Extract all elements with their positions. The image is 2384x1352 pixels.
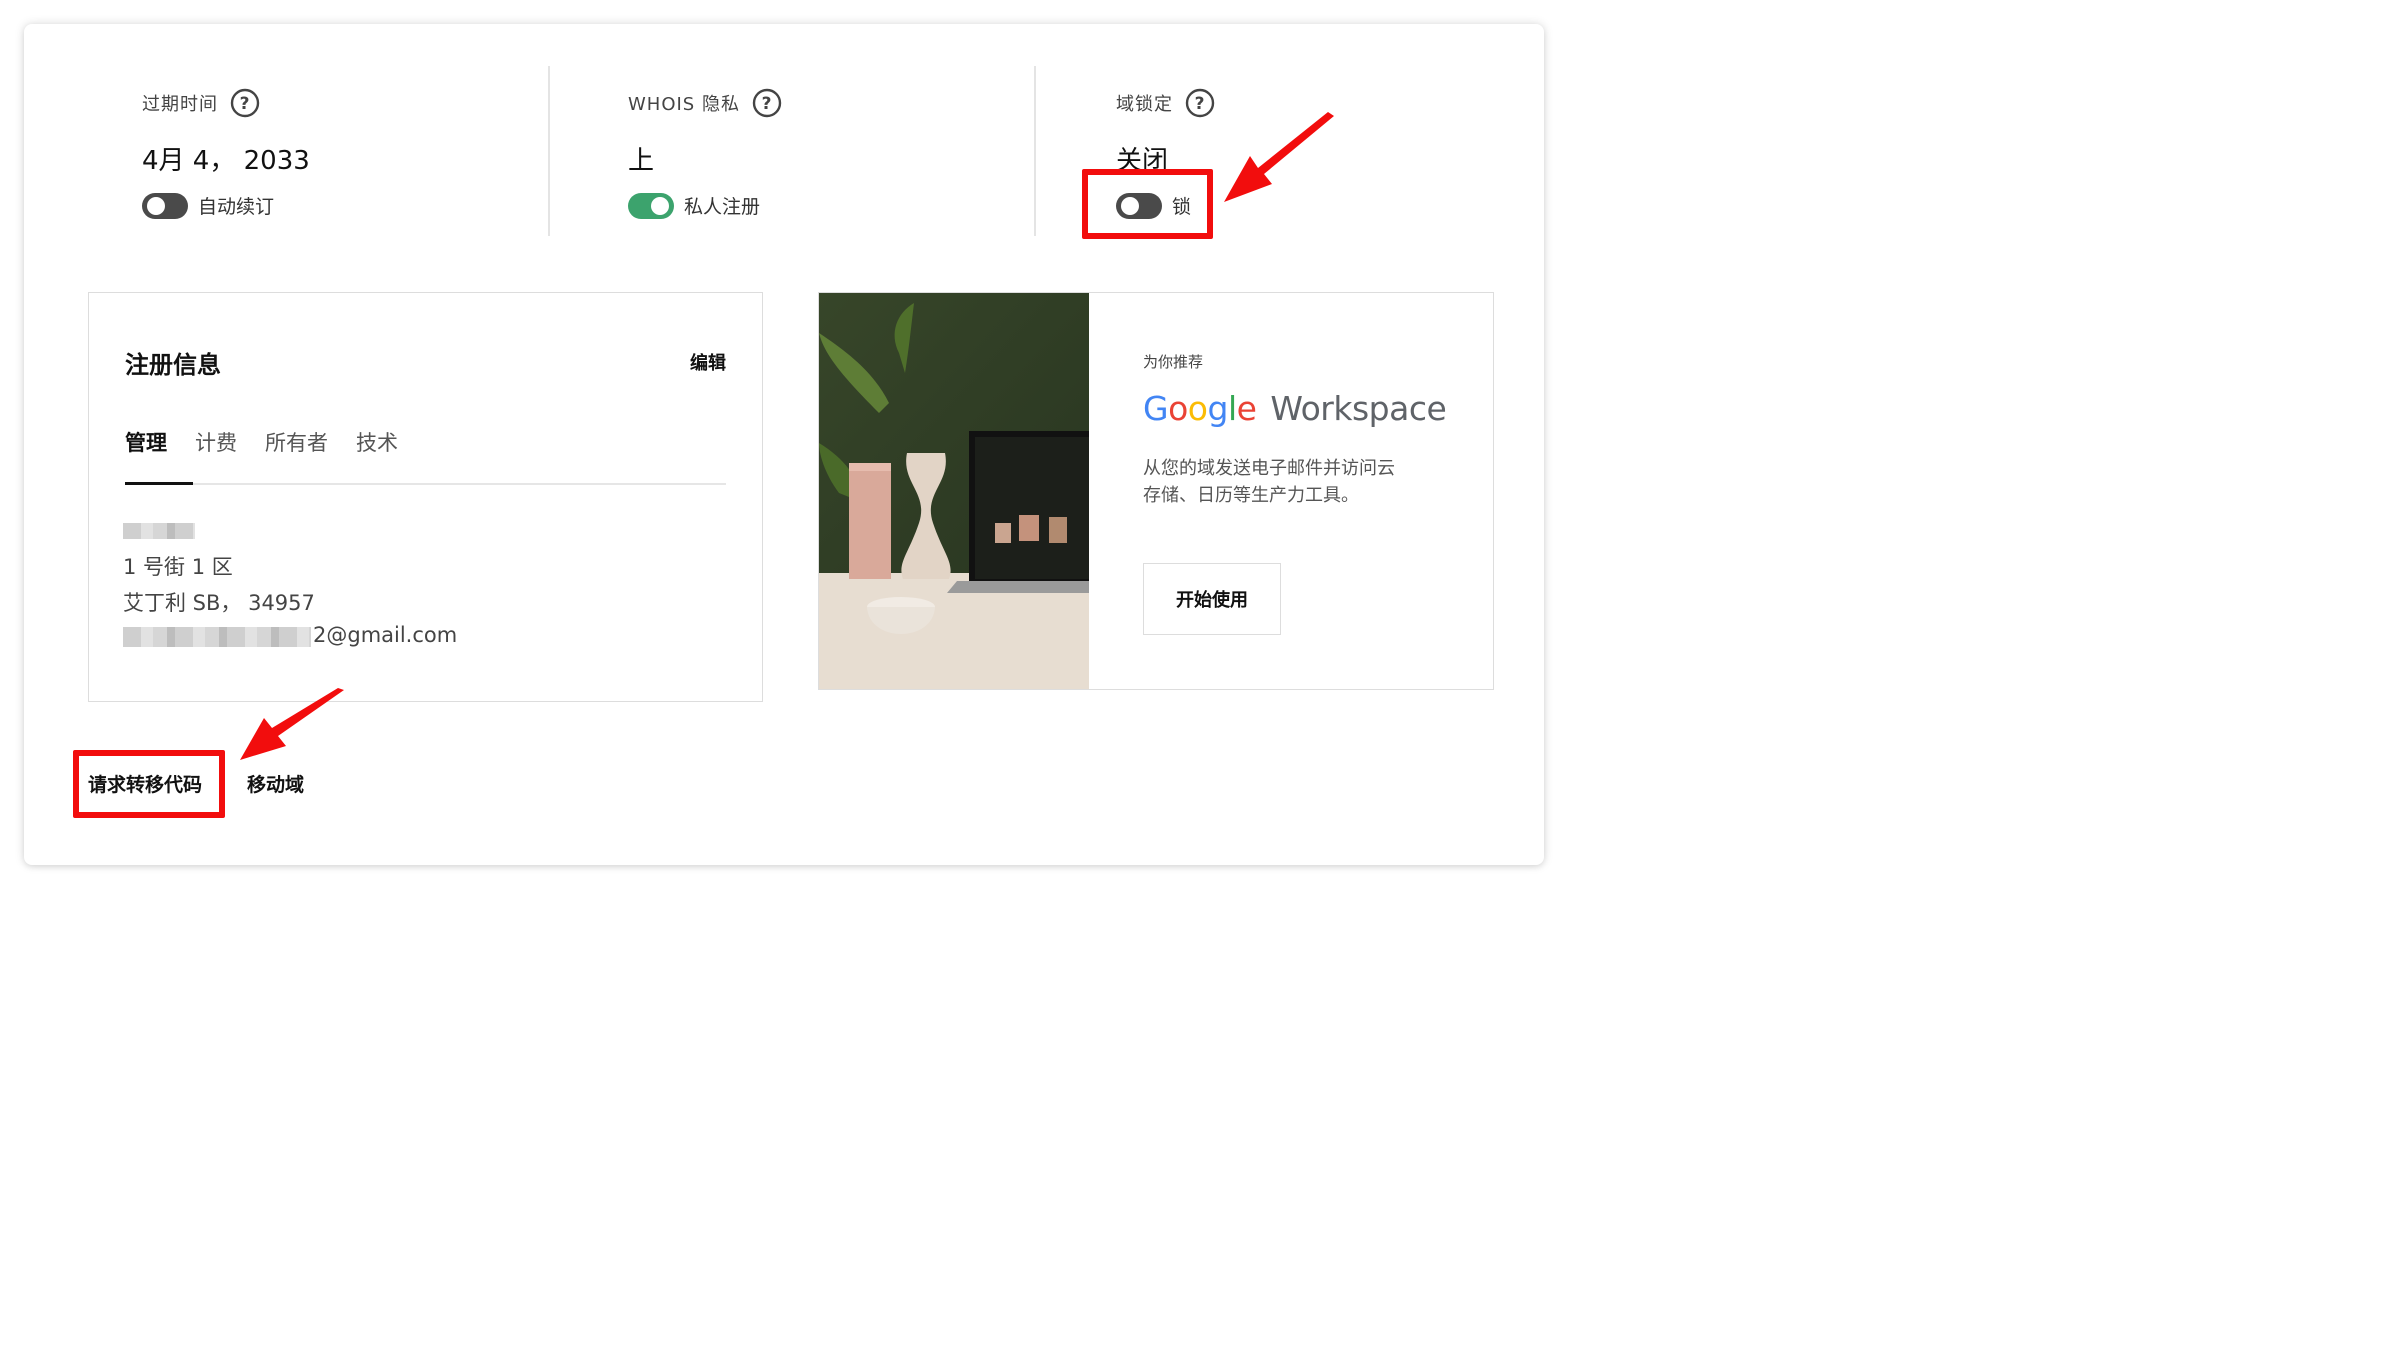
whois-privacy-column: WHOIS 隐私 ? 上 私人注册 bbox=[548, 66, 1034, 236]
registration-info-title: 注册信息 bbox=[125, 351, 221, 379]
domain-lock-label: 域锁定 bbox=[1116, 94, 1173, 115]
auto-renew-toggle[interactable] bbox=[142, 192, 188, 219]
whois-privacy-label: WHOIS 隐私 bbox=[628, 94, 740, 115]
private-registration-toggle[interactable] bbox=[628, 192, 674, 219]
private-registration-row: 私人注册 bbox=[628, 192, 760, 219]
google-workspace-promo: 为你推荐 Google Workspace 从您的域发送电子邮件并访问云 存储、… bbox=[818, 292, 1494, 690]
address-line-1: 1 号街 1 区 bbox=[123, 555, 233, 579]
private-registration-label: 私人注册 bbox=[684, 196, 761, 218]
tab-owner[interactable]: 所有者 bbox=[265, 423, 328, 483]
redacted-email bbox=[123, 627, 311, 647]
expiration-column: 过期时间 ? 4月 4， 2033 自动续订 bbox=[24, 66, 548, 236]
lock-annotation-box bbox=[1082, 169, 1213, 239]
tab-billing[interactable]: 计费 bbox=[195, 423, 237, 483]
help-icon[interactable]: ? bbox=[230, 88, 260, 118]
svg-text:?: ? bbox=[1195, 94, 1206, 114]
tab-admin[interactable]: 管理 bbox=[125, 423, 193, 485]
workspace-promo-image bbox=[819, 293, 1089, 689]
help-icon[interactable]: ? bbox=[1185, 88, 1215, 118]
annotation-arrow-icon bbox=[240, 688, 344, 760]
get-started-button[interactable]: 开始使用 bbox=[1143, 563, 1281, 635]
help-icon[interactable]: ? bbox=[752, 88, 782, 118]
redacted-name bbox=[123, 523, 195, 539]
expiration-label-row: 过期时间 ? bbox=[142, 88, 260, 118]
whois-privacy-value: 上 bbox=[628, 146, 655, 176]
expiration-label: 过期时间 bbox=[142, 94, 218, 115]
address-line-2: 艾丁利 SB， 34957 bbox=[123, 591, 315, 615]
annotation-arrow-icon bbox=[1224, 112, 1334, 202]
transfer-code-annotation-box bbox=[73, 750, 225, 818]
move-domain-link[interactable]: 移动域 bbox=[247, 770, 304, 797]
svg-text:?: ? bbox=[762, 94, 773, 114]
auto-renew-row: 自动续订 bbox=[142, 192, 274, 219]
edit-link[interactable]: 编辑 bbox=[690, 349, 726, 375]
svg-text:?: ? bbox=[240, 94, 251, 114]
google-workspace-logo: Google Workspace bbox=[1143, 389, 1447, 428]
auto-renew-label: 自动续订 bbox=[198, 196, 275, 218]
email-suffix: 2@gmail.com bbox=[313, 623, 458, 647]
contact-tabs: 管理 计费 所有者 技术 bbox=[125, 423, 726, 485]
recommended-label: 为你推荐 bbox=[1143, 353, 1204, 371]
promo-description: 从您的域发送电子邮件并访问云 存储、日历等生产力工具。 bbox=[1143, 458, 1395, 506]
domain-lock-label-row: 域锁定 ? bbox=[1116, 88, 1215, 118]
expiration-date: 4月 4， 2033 bbox=[142, 146, 310, 176]
whois-label-row: WHOIS 隐私 ? bbox=[628, 88, 782, 118]
tab-technical[interactable]: 技术 bbox=[356, 423, 398, 483]
workspace-wordmark: Workspace bbox=[1270, 389, 1447, 428]
registration-info-card: 注册信息 编辑 管理 计费 所有者 技术 1 号街 1 区 艾丁利 SB， 34… bbox=[88, 292, 763, 702]
